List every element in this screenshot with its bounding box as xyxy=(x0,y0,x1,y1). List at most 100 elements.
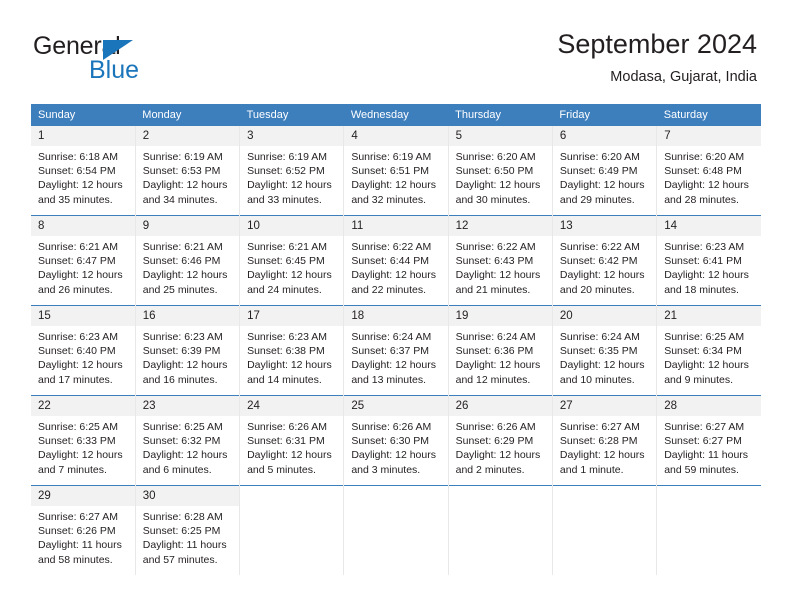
day-cell[interactable]: 1 Sunrise: 6:18 AM Sunset: 6:54 PM Daylight… xyxy=(31,126,136,216)
day-cell-empty xyxy=(448,485,553,575)
day-cell[interactable]: 17 Sunrise: 6:23 AM Sunset: 6:38 PM Dayligh… xyxy=(239,305,345,396)
sunset-text: Sunset: 6:36 PM xyxy=(455,345,534,358)
day-cell[interactable]: 2 Sunrise: 6:19 AM Sunset: 6:53 PM Daylight… xyxy=(135,126,241,216)
page-title: September 2024 xyxy=(557,29,757,59)
sunrise-text: Sunrise: 6:19 AM xyxy=(247,151,328,163)
day-cell[interactable]: 3 Sunrise: 6:19 AM Sunset: 6:52 PM Daylight… xyxy=(239,126,345,216)
day-cell[interactable]: 20 Sunrise: 6:24 AM Sunset: 6:35 PM Dayligh… xyxy=(552,305,658,396)
day-number: 2 xyxy=(135,126,240,146)
weekday-header-friday: Friday xyxy=(552,104,657,126)
day-details: Sunrise: 6:27 AM Sunset: 6:27 PM Daylight:… xyxy=(657,416,761,477)
day-details: Sunrise: 6:24 AM Sunset: 6:37 PM Daylight:… xyxy=(344,326,447,387)
day-cell[interactable]: 29 Sunrise: 6:27 AM Sunset: 6:26 PM Dayligh… xyxy=(31,485,136,575)
day-cell[interactable]: 16 Sunrise: 6:23 AM Sunset: 6:39 PM Dayligh… xyxy=(135,305,241,396)
day-cell[interactable]: 30 Sunrise: 6:28 AM Sunset: 6:25 PM Dayligh… xyxy=(135,485,241,575)
daylight-text-line2: and 35 minutes. xyxy=(38,193,113,206)
sunrise-text: Sunrise: 6:25 AM xyxy=(664,331,745,343)
sunset-text: Sunset: 6:45 PM xyxy=(247,255,325,268)
day-details: Sunrise: 6:23 AM Sunset: 6:38 PM Daylight:… xyxy=(240,326,343,387)
day-cell[interactable]: 11 Sunrise: 6:22 AM Sunset: 6:44 PM Dayligh… xyxy=(343,215,449,306)
sunset-text: Sunset: 6:31 PM xyxy=(247,435,325,448)
sunset-text: Sunset: 6:38 PM xyxy=(247,345,325,358)
sunrise-text: Sunrise: 6:22 AM xyxy=(559,241,640,253)
day-cell[interactable]: 19 Sunrise: 6:24 AM Sunset: 6:36 PM Dayligh… xyxy=(448,305,553,396)
day-number: 21 xyxy=(657,306,761,326)
day-number: 6 xyxy=(552,126,657,146)
day-number xyxy=(553,486,656,506)
week-row: 1 Sunrise: 6:18 AM Sunset: 6:54 PM Daylight… xyxy=(31,126,761,216)
page-subtitle-location: Modasa, Gujarat, India xyxy=(610,68,757,85)
day-cell[interactable]: 13 Sunrise: 6:22 AM Sunset: 6:42 PM Dayligh… xyxy=(552,215,658,306)
sunset-text: Sunset: 6:30 PM xyxy=(351,435,429,448)
day-number: 4 xyxy=(344,126,448,146)
day-cell[interactable]: 25 Sunrise: 6:26 AM Sunset: 6:30 PM Dayligh… xyxy=(343,395,449,486)
day-details: Sunrise: 6:21 AM Sunset: 6:45 PM Daylight:… xyxy=(240,236,343,297)
sunrise-text: Sunrise: 6:23 AM xyxy=(247,331,328,343)
sunrise-text: Sunrise: 6:23 AM xyxy=(142,331,223,343)
day-number: 23 xyxy=(135,396,240,416)
day-cell[interactable]: 24 Sunrise: 6:26 AM Sunset: 6:31 PM Dayligh… xyxy=(239,395,345,486)
day-number: 17 xyxy=(240,306,344,326)
daylight-text-line2: and 6 minutes. xyxy=(142,463,212,476)
day-details: Sunrise: 6:20 AM Sunset: 6:48 PM Daylight:… xyxy=(657,146,761,207)
day-cell[interactable]: 4 Sunrise: 6:19 AM Sunset: 6:51 PM Daylight… xyxy=(343,126,449,216)
sunrise-text: Sunrise: 6:26 AM xyxy=(351,421,432,433)
day-cell[interactable]: 22 Sunrise: 6:25 AM Sunset: 6:33 PM Dayligh… xyxy=(31,395,136,486)
sunrise-text: Sunrise: 6:21 AM xyxy=(247,241,328,253)
sunrise-text: Sunrise: 6:28 AM xyxy=(142,511,223,523)
day-cell[interactable]: 9 Sunrise: 6:21 AM Sunset: 6:46 PM Daylight… xyxy=(135,215,241,306)
day-cell-empty xyxy=(656,485,761,575)
sunset-text: Sunset: 6:37 PM xyxy=(351,345,429,358)
day-cell[interactable]: 26 Sunrise: 6:26 AM Sunset: 6:29 PM Dayligh… xyxy=(448,395,553,486)
sunset-text: Sunset: 6:25 PM xyxy=(142,525,221,538)
sunset-text: Sunset: 6:35 PM xyxy=(559,345,638,358)
daylight-text-line2: and 26 minutes. xyxy=(38,283,113,296)
day-cell[interactable]: 10 Sunrise: 6:21 AM Sunset: 6:45 PM Dayligh… xyxy=(239,215,345,306)
day-cell-empty xyxy=(343,485,449,575)
general-blue-logo[interactable]: General Blue xyxy=(33,34,233,88)
sunset-text: Sunset: 6:46 PM xyxy=(142,255,221,268)
day-number xyxy=(657,486,761,506)
day-cell[interactable]: 8 Sunrise: 6:21 AM Sunset: 6:47 PM Daylight… xyxy=(31,215,136,306)
daylight-text-line1: Daylight: 12 hours xyxy=(664,269,749,282)
day-details: Sunrise: 6:23 AM Sunset: 6:39 PM Daylight:… xyxy=(136,326,239,387)
day-cell[interactable]: 14 Sunrise: 6:23 AM Sunset: 6:41 PM Dayligh… xyxy=(656,215,761,306)
day-cell[interactable]: 7 Sunrise: 6:20 AM Sunset: 6:48 PM Daylight… xyxy=(657,126,761,216)
day-details: Sunrise: 6:19 AM Sunset: 6:51 PM Daylight:… xyxy=(344,146,447,207)
sunset-text: Sunset: 6:32 PM xyxy=(142,435,221,448)
week-row: 15 Sunrise: 6:23 AM Sunset: 6:40 PM Dayligh… xyxy=(31,305,761,396)
daylight-text-line1: Daylight: 12 hours xyxy=(142,359,228,372)
day-cell[interactable]: 18 Sunrise: 6:24 AM Sunset: 6:37 PM Dayligh… xyxy=(343,305,449,396)
day-details: Sunrise: 6:18 AM Sunset: 6:54 PM Daylight:… xyxy=(31,146,135,207)
daylight-text-line1: Daylight: 12 hours xyxy=(142,179,228,192)
sunset-text: Sunset: 6:52 PM xyxy=(247,165,325,178)
daylight-text-line1: Daylight: 12 hours xyxy=(455,269,541,282)
logo-text-blue: Blue xyxy=(89,56,140,84)
day-cell[interactable]: 15 Sunrise: 6:23 AM Sunset: 6:40 PM Dayligh… xyxy=(31,305,136,396)
day-cell[interactable]: 28 Sunrise: 6:27 AM Sunset: 6:27 PM Dayligh… xyxy=(656,395,761,486)
daylight-text-line1: Daylight: 12 hours xyxy=(559,359,645,372)
day-cell[interactable]: 21 Sunrise: 6:25 AM Sunset: 6:34 PM Dayligh… xyxy=(656,305,761,396)
daylight-text-line1: Daylight: 12 hours xyxy=(559,449,645,462)
day-cell[interactable]: 6 Sunrise: 6:20 AM Sunset: 6:49 PM Daylight… xyxy=(552,126,658,216)
sunrise-text: Sunrise: 6:19 AM xyxy=(351,151,432,163)
day-cell[interactable]: 23 Sunrise: 6:25 AM Sunset: 6:32 PM Dayligh… xyxy=(135,395,241,486)
day-number: 30 xyxy=(135,486,240,506)
daylight-text-line1: Daylight: 12 hours xyxy=(247,269,332,282)
day-number: 20 xyxy=(552,306,657,326)
day-cell[interactable]: 5 Sunrise: 6:20 AM Sunset: 6:50 PM Daylight… xyxy=(448,126,553,216)
daylight-text-line1: Daylight: 12 hours xyxy=(247,179,332,192)
weekday-header-thursday: Thursday xyxy=(448,104,553,126)
daylight-text-line2: and 7 minutes. xyxy=(38,463,107,476)
sunrise-text: Sunrise: 6:26 AM xyxy=(247,421,328,433)
day-cell[interactable]: 27 Sunrise: 6:27 AM Sunset: 6:28 PM Dayligh… xyxy=(552,395,658,486)
day-cell[interactable]: 12 Sunrise: 6:22 AM Sunset: 6:43 PM Dayligh… xyxy=(448,215,553,306)
sunset-text: Sunset: 6:34 PM xyxy=(664,345,742,358)
daylight-text-line2: and 29 minutes. xyxy=(559,193,635,206)
day-number: 1 xyxy=(31,126,135,146)
day-number: 18 xyxy=(344,306,448,326)
daylight-text-line1: Daylight: 12 hours xyxy=(351,449,436,462)
sunset-text: Sunset: 6:33 PM xyxy=(38,435,116,448)
day-number: 25 xyxy=(344,396,448,416)
daylight-text-line1: Daylight: 12 hours xyxy=(351,179,436,192)
